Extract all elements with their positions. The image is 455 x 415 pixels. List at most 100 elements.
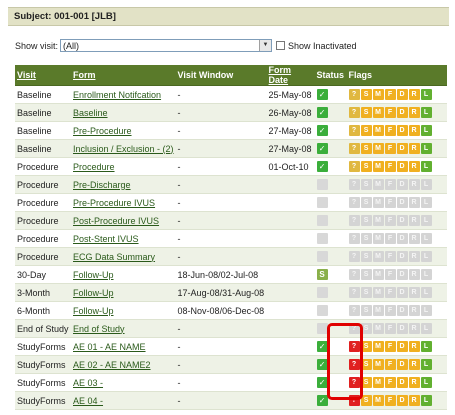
flag-f-icon[interactable]: F <box>384 125 396 137</box>
flag-f-icon[interactable]: F <box>384 107 396 119</box>
flag-d-icon[interactable]: D <box>396 233 408 245</box>
checkmark-icon[interactable]: ✓ <box>316 161 328 173</box>
flag-r-icon[interactable]: R <box>408 305 420 317</box>
flag-m-icon[interactable]: M <box>372 179 384 191</box>
flag-m-icon[interactable]: M <box>372 107 384 119</box>
flag-r-icon[interactable]: R <box>408 359 420 371</box>
flag-r-icon[interactable]: R <box>408 89 420 101</box>
flag-f-icon[interactable]: F <box>384 359 396 371</box>
flag-m-icon[interactable]: M <box>372 305 384 317</box>
flag-m-icon[interactable]: M <box>372 215 384 227</box>
flag-r-icon[interactable]: R <box>408 323 420 335</box>
flag-r-icon[interactable]: R <box>408 107 420 119</box>
flag-l-icon[interactable]: L <box>420 143 432 155</box>
checkmark-icon[interactable]: ✓ <box>316 143 328 155</box>
flag-m-icon[interactable]: M <box>372 161 384 173</box>
flag-r-icon[interactable]: R <box>408 143 420 155</box>
flag-r-icon[interactable]: R <box>408 377 420 389</box>
flag-d-icon[interactable]: D <box>396 215 408 227</box>
flag-s-icon[interactable]: S <box>360 89 372 101</box>
flag-d-icon[interactable]: D <box>396 269 408 281</box>
form-link[interactable]: AE 04 - <box>73 396 103 406</box>
flag-m-icon[interactable]: M <box>372 341 384 353</box>
form-link[interactable]: Baseline <box>73 108 108 118</box>
flag-f-icon[interactable]: F <box>384 287 396 299</box>
flag-d-icon[interactable]: D <box>396 107 408 119</box>
form-link[interactable]: Post-Stent IVUS <box>73 234 139 244</box>
flag-d-icon[interactable]: D <box>396 305 408 317</box>
flag-r-icon[interactable]: R <box>408 251 420 263</box>
column-header-form-date[interactable]: Form Date <box>266 65 315 86</box>
flag-l-icon[interactable]: L <box>420 269 432 281</box>
flag-query-icon[interactable]: ? <box>348 269 360 281</box>
flag-f-icon[interactable]: F <box>384 179 396 191</box>
flag-l-icon[interactable]: L <box>420 287 432 299</box>
checkmark-icon[interactable]: ✓ <box>316 125 328 137</box>
column-header-form[interactable]: Form <box>71 65 176 86</box>
form-link[interactable]: Inclusion / Exclusion - (2) <box>73 144 174 154</box>
flag-r-icon[interactable]: R <box>408 197 420 209</box>
form-link[interactable]: Follow-Up <box>73 288 114 298</box>
flag-l-icon[interactable]: L <box>420 377 432 389</box>
flag-d-icon[interactable]: D <box>396 89 408 101</box>
flag-l-icon[interactable]: L <box>420 89 432 101</box>
flag-l-icon[interactable]: L <box>420 197 432 209</box>
flag-s-icon[interactable]: S <box>360 197 372 209</box>
flag-query-icon[interactable]: ? <box>348 89 360 101</box>
flag-m-icon[interactable]: M <box>372 125 384 137</box>
checkmark-icon[interactable]: ✓ <box>316 107 328 119</box>
flag-m-icon[interactable]: M <box>372 359 384 371</box>
column-header-visit[interactable]: Visit <box>15 65 71 86</box>
flag-d-icon[interactable]: D <box>396 287 408 299</box>
flag-f-icon[interactable]: F <box>384 197 396 209</box>
flag-r-icon[interactable]: R <box>408 125 420 137</box>
flag-f-icon[interactable]: F <box>384 341 396 353</box>
flag-f-icon[interactable]: F <box>384 305 396 317</box>
flag-f-icon[interactable]: F <box>384 143 396 155</box>
flag-d-icon[interactable]: D <box>396 251 408 263</box>
flag-l-icon[interactable]: L <box>420 305 432 317</box>
scheduled-status-icon[interactable]: S <box>316 269 328 281</box>
form-link[interactable]: AE 01 - AE NAME <box>73 342 146 352</box>
flag-l-icon[interactable]: L <box>420 161 432 173</box>
flag-m-icon[interactable]: M <box>372 287 384 299</box>
flag-s-icon[interactable]: S <box>360 179 372 191</box>
flag-m-icon[interactable]: M <box>372 89 384 101</box>
form-link[interactable]: Procedure <box>73 162 115 172</box>
checkmark-icon[interactable]: ✓ <box>316 359 328 371</box>
flag-query-icon[interactable]: ? <box>348 233 360 245</box>
chevron-down-icon[interactable]: ▼ <box>259 40 271 51</box>
flag-m-icon[interactable]: M <box>372 377 384 389</box>
form-link[interactable]: AE 03 - <box>73 378 103 388</box>
flag-f-icon[interactable]: F <box>384 269 396 281</box>
flag-d-icon[interactable]: D <box>396 341 408 353</box>
flag-query-icon[interactable]: ? <box>348 143 360 155</box>
flag-l-icon[interactable]: L <box>420 395 432 407</box>
flag-f-icon[interactable]: F <box>384 89 396 101</box>
form-link[interactable]: Enrollment Notifcation <box>73 90 161 100</box>
flag-s-icon[interactable]: S <box>360 215 372 227</box>
flag-r-icon[interactable]: R <box>408 269 420 281</box>
flag-f-icon[interactable]: F <box>384 215 396 227</box>
form-link[interactable]: Follow-Up <box>73 270 114 280</box>
flag-l-icon[interactable]: L <box>420 359 432 371</box>
flag-m-icon[interactable]: M <box>372 395 384 407</box>
flag-d-icon[interactable]: D <box>396 125 408 137</box>
flag-l-icon[interactable]: L <box>420 251 432 263</box>
flag-m-icon[interactable]: M <box>372 143 384 155</box>
form-link[interactable]: Pre-Discharge <box>73 180 131 190</box>
flag-d-icon[interactable]: D <box>396 395 408 407</box>
flag-s-icon[interactable]: S <box>360 107 372 119</box>
flag-query-icon[interactable]: ? <box>348 161 360 173</box>
flag-s-icon[interactable]: S <box>360 161 372 173</box>
form-link[interactable]: Follow-Up <box>73 306 114 316</box>
flag-s-icon[interactable]: S <box>360 143 372 155</box>
flag-d-icon[interactable]: D <box>396 161 408 173</box>
flag-m-icon[interactable]: M <box>372 233 384 245</box>
flag-m-icon[interactable]: M <box>372 323 384 335</box>
flag-s-icon[interactable]: S <box>360 125 372 137</box>
flag-f-icon[interactable]: F <box>384 395 396 407</box>
flag-l-icon[interactable]: L <box>420 341 432 353</box>
flag-query-icon[interactable]: ? <box>348 305 360 317</box>
form-link[interactable]: ECG Data Summary <box>73 252 155 262</box>
